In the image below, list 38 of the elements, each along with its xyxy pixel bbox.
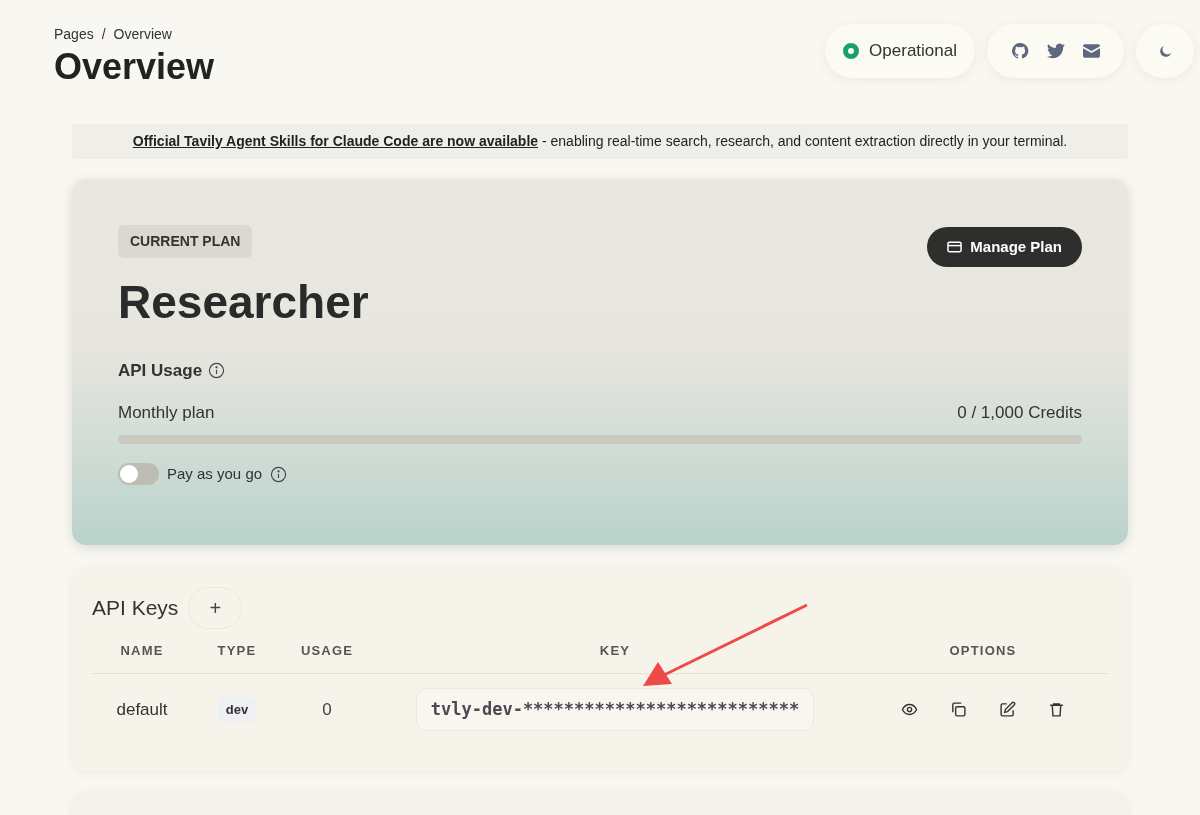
twitter-icon[interactable] [1047,43,1065,59]
breadcrumb-item[interactable]: Pages [54,24,94,45]
api-keys-title: API Keys [92,595,179,622]
announcement-text: Official Tavily Agent Skills for Claude Code are now available - enabling real-time search, research, and content extraction directly in your terminal. [132,132,1068,151]
mail-icon[interactable] [1083,44,1100,58]
manage-plan-button[interactable]: Manage Plan [927,227,1082,267]
info-icon[interactable] [208,362,226,380]
card-icon [947,241,963,253]
column-header: OPTIONS [949,643,1017,658]
column-header: NAME [120,643,164,658]
plan-badge: CURRENT PLAN [118,225,253,258]
status-pill[interactable]: Operational [825,24,975,78]
copy-icon[interactable] [950,701,967,718]
info-icon[interactable] [270,465,288,483]
plan-period-label: Monthly plan [118,401,215,424]
page-title: Overview [54,46,215,88]
pay-as-you-go-switch[interactable] [118,463,159,486]
key-name: default [116,699,168,719]
key-usage: 0 [322,699,332,719]
pay-as-you-go-label: Pay as you go [167,464,263,484]
moon-icon [1157,43,1173,59]
breadcrumb-separator: / [101,25,106,44]
status-label: Operational [869,40,957,63]
key-type-tag: dev [217,696,257,723]
column-header: USAGE [300,643,354,658]
trash-icon[interactable] [1048,701,1065,718]
eye-icon[interactable] [901,701,918,718]
breadcrumb-item[interactable]: Overview [113,24,172,45]
api-key-field[interactable]: tvly-dev-*************************** [415,687,815,732]
status-icon [843,43,860,59]
column-header: TYPE [217,643,257,658]
plan-name: Researcher [118,275,369,330]
credits-reading: 0 / 1,000 Credits [957,401,1082,424]
column-header: KEY [599,643,631,658]
github-icon[interactable] [1011,42,1029,60]
api-usage-title: API Usage [118,360,203,382]
announcement-link[interactable]: Official Tavily Agent Skills for Claude Code are now available [132,133,539,149]
edit-icon[interactable] [999,701,1016,718]
